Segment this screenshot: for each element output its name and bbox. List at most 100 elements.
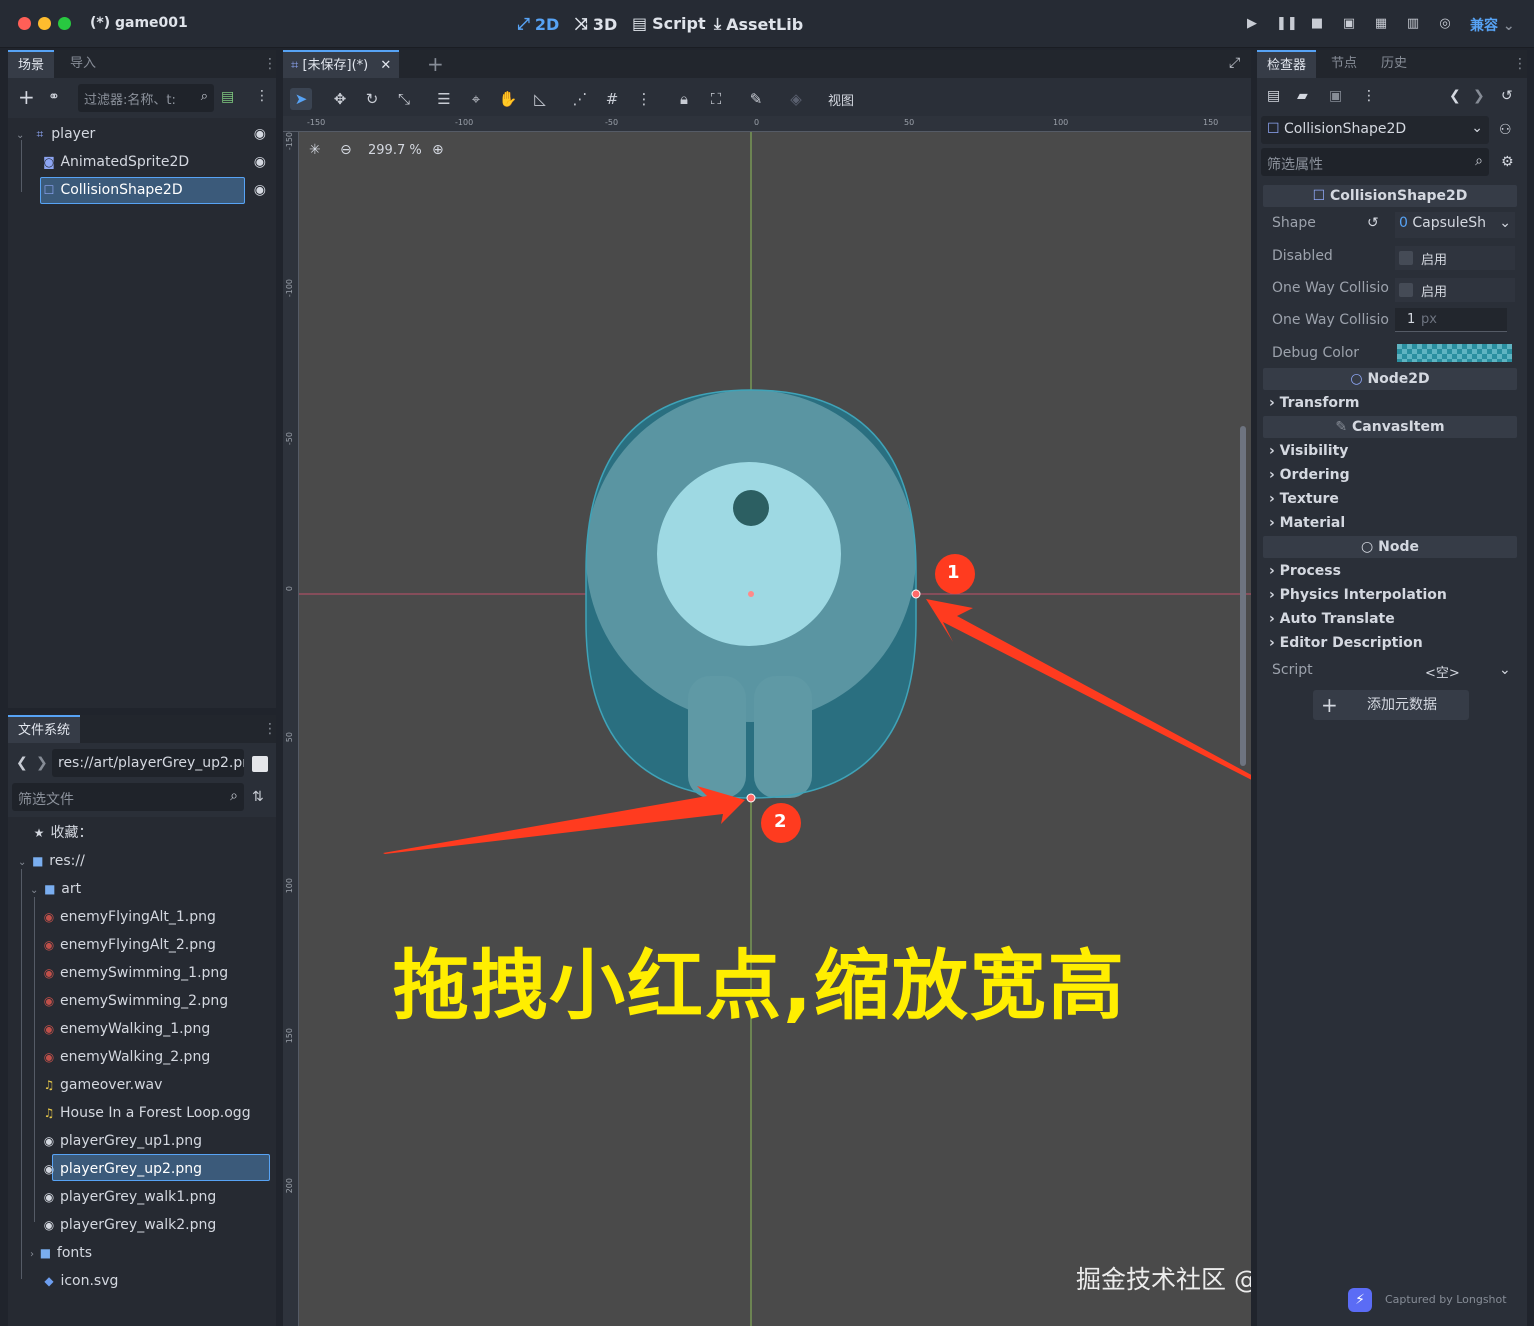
dock-menu-icon[interactable]: ⋮ (1513, 56, 1527, 72)
forward-icon[interactable]: ❯ (36, 755, 48, 771)
rotate-tool-icon[interactable]: ↻ (361, 88, 383, 110)
folder-fonts[interactable]: › ■ fonts (30, 1239, 92, 1267)
stop-icon[interactable]: ■ (1308, 16, 1326, 32)
property-filter-input[interactable]: 筛选属性 ⌕ (1261, 148, 1489, 176)
debug-color-swatch[interactable] (1397, 344, 1512, 362)
file-icon-svg[interactable]: ◆ icon.svg (42, 1267, 118, 1295)
visibility-eye-icon[interactable]: ◉ (254, 176, 266, 204)
move-tool-icon[interactable]: ✥ (329, 88, 351, 110)
tab-filesystem[interactable]: 文件系统 (8, 715, 81, 743)
camera-override-icon[interactable]: ◈ (785, 88, 807, 110)
file-row[interactable]: ◉ enemyWalking_1.png (42, 1015, 210, 1043)
group-physics-interpolation[interactable]: › Physics Interpolation (1269, 587, 1447, 603)
mode-assetlib-button[interactable]: ⤓ AssetLib (714, 14, 803, 34)
file-row[interactable]: ♫ gameover.wav (42, 1071, 163, 1099)
group-icon[interactable]: ⛶ (705, 88, 727, 110)
property-settings-icon[interactable]: ⚙ (1501, 154, 1514, 170)
play-scene-icon[interactable]: ▦ (1372, 16, 1390, 32)
grid-snap-icon[interactable]: # (601, 88, 623, 110)
add-node-icon[interactable]: + (18, 87, 35, 107)
folder-res[interactable]: ⌄ ■ res:// (18, 847, 85, 875)
render-mode-select[interactable]: 兼容 ⌄ (1470, 15, 1515, 35)
minimize-window-button[interactable] (38, 17, 51, 30)
group-texture[interactable]: › Texture (1269, 491, 1339, 507)
file-row[interactable]: ◉ enemyFlyingAlt_2.png (42, 931, 216, 959)
open-folder-icon[interactable]: ▰ (1297, 88, 1308, 104)
smart-snap-icon[interactable]: ⋰ (569, 88, 591, 110)
remote-debug-icon[interactable]: ▣ (1340, 16, 1358, 32)
view-menu[interactable]: 视图 (828, 90, 854, 109)
group-process[interactable]: › Process (1269, 563, 1341, 579)
mode-script-button[interactable]: ▤ Script (632, 14, 706, 33)
mode-3d-button[interactable]: ⤨ 3D (575, 14, 617, 34)
list-select-icon[interactable]: ☰ (433, 88, 455, 110)
history-forward-icon[interactable]: ❯ (1473, 88, 1485, 104)
file-row[interactable]: ◉ playerGrey_walk2.png (42, 1211, 217, 1239)
pan-tool-icon[interactable]: ✋ (497, 88, 519, 110)
save-icon[interactable]: ▣ (1329, 88, 1342, 104)
file-row[interactable]: ◉ enemyFlyingAlt_1.png (42, 903, 216, 931)
one-way-checkbox-row[interactable]: 启用 (1395, 278, 1515, 302)
shape-resource-picker[interactable]: 0 CapsuleSh ⌄ (1395, 212, 1515, 238)
attach-script-icon[interactable]: ▤ (221, 89, 234, 105)
file-row[interactable]: ◉ playerGrey_up2.png (42, 1155, 202, 1183)
mode-2d-button[interactable]: ⤢ 2D (517, 14, 559, 34)
chevron-down-icon[interactable]: ⌄ (1499, 662, 1511, 678)
back-icon[interactable]: ❮ (16, 755, 28, 771)
group-transform[interactable]: › Transform (1269, 395, 1360, 411)
fullscreen-icon[interactable]: ⤢ (1229, 55, 1240, 71)
file-filter-input[interactable]: 筛选文件 ⌕ (12, 783, 244, 811)
file-row[interactable]: ♫ House In a Forest Loop.ogg (42, 1099, 251, 1127)
scene-filter-input[interactable]: 过滤器:名称、t: ⌕ (78, 84, 214, 112)
scale-tool-icon[interactable]: ⤡ (393, 88, 415, 110)
reset-icon[interactable]: ↺ (1367, 215, 1379, 231)
close-tab-icon[interactable]: ✕ (380, 58, 391, 73)
tab-import[interactable]: 导入 (60, 50, 106, 78)
visibility-eye-icon[interactable]: ◉ (254, 120, 266, 148)
tab-scene[interactable]: 场景 (8, 50, 55, 78)
skeleton-icon[interactable]: ✎ (745, 88, 767, 110)
node-info-icon[interactable]: ⚇ (1499, 122, 1512, 138)
dock-menu-icon[interactable]: ⋮ (263, 56, 277, 72)
select-tool-icon[interactable]: ➤ (290, 88, 312, 110)
group-visibility[interactable]: › Visibility (1269, 443, 1348, 459)
link-icon[interactable]: ⚭ (48, 89, 60, 105)
group-auto-translate[interactable]: › Auto Translate (1269, 611, 1395, 627)
inspector-menu-icon[interactable]: ⋮ (1362, 88, 1376, 104)
object-selector[interactable]: ☐ CollisionShape2D ⌄ (1261, 116, 1489, 144)
file-row[interactable]: ◉ playerGrey_walk1.png (42, 1183, 217, 1211)
tab-node[interactable]: 节点 (1321, 50, 1367, 78)
file-row[interactable]: ◉ enemyWalking_2.png (42, 1043, 210, 1071)
tab-history[interactable]: 历史 (1371, 50, 1417, 78)
checkbox[interactable] (1399, 283, 1413, 297)
viewport[interactable]: -150 -100 -50 0 50 100 150 -150 -100 -50… (283, 116, 1251, 1326)
tree-node-collision-shape[interactable]: ☐ CollisionShape2D ◉ (42, 176, 272, 204)
one-way-margin-spinbox[interactable]: 1 px (1395, 308, 1507, 332)
favorites-row[interactable]: ★ 收藏： (32, 819, 93, 847)
scene-menu-icon[interactable]: ⋮ (255, 88, 269, 104)
viewport-scrollbar[interactable] (1240, 426, 1246, 766)
path-field[interactable]: res://art/playerGrey_up2.pn (52, 749, 244, 777)
object-history-icon[interactable]: ↺ (1501, 88, 1513, 104)
file-row[interactable]: ◉ enemySwimming_2.png (42, 987, 228, 1015)
file-row[interactable]: ◉ enemySwimming_1.png (42, 959, 228, 987)
history-back-icon[interactable]: ❮ (1449, 88, 1461, 104)
pause-icon[interactable]: ❚❚ (1276, 16, 1298, 32)
group-editor-description[interactable]: › Editor Description (1269, 635, 1423, 651)
tab-scene-unsaved[interactable]: ⌗ [未保存](*) ✕ (283, 50, 400, 78)
movie-maker-icon[interactable]: ◎ (1436, 16, 1454, 32)
tree-node-animated-sprite[interactable]: ◙ AnimatedSprite2D ◉ (42, 148, 272, 176)
new-resource-icon[interactable]: ▤ (1267, 88, 1280, 104)
split-mode-icon[interactable] (252, 756, 268, 772)
tab-inspector[interactable]: 检查器 (1257, 50, 1317, 78)
zoom-window-button[interactable] (58, 17, 71, 30)
lock-icon[interactable]: 🔒︎ (673, 88, 695, 110)
dock-menu-icon[interactable]: ⋮ (263, 721, 277, 737)
pivot-tool-icon[interactable]: ⌖ (465, 88, 487, 110)
close-window-button[interactable] (18, 17, 31, 30)
file-row[interactable]: ◉ playerGrey_up1.png (42, 1127, 202, 1155)
script-value[interactable]: <空> (1425, 662, 1460, 681)
group-material[interactable]: › Material (1269, 515, 1345, 531)
sort-icon[interactable]: ⇅ (252, 789, 264, 805)
folder-art[interactable]: ⌄ ■ art (30, 875, 81, 903)
